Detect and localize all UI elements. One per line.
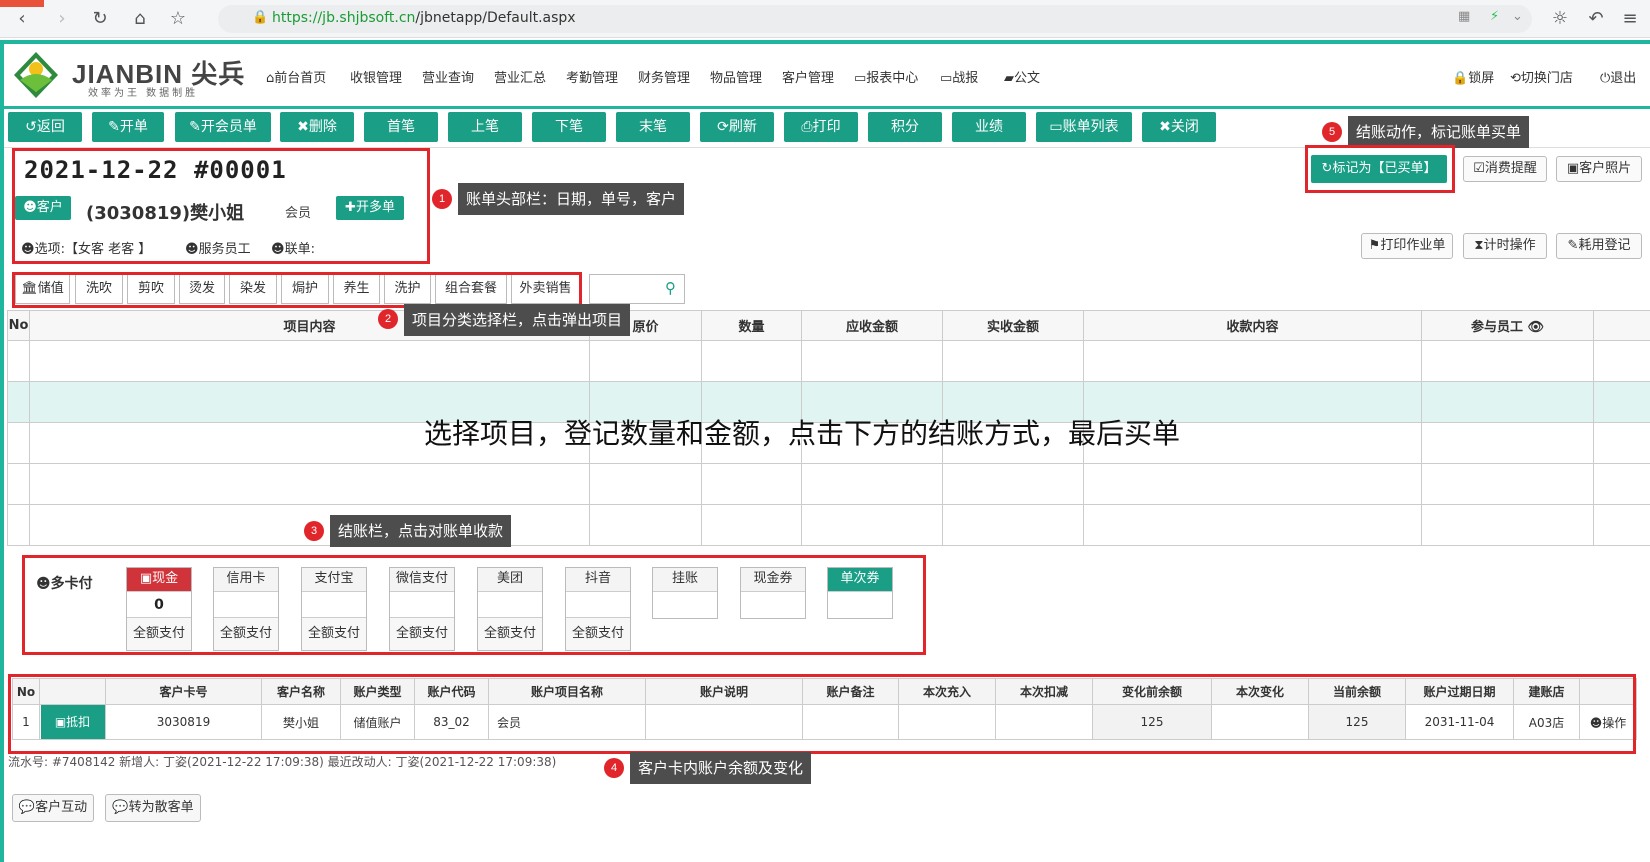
annotation-number-5: 5: [1322, 122, 1342, 142]
browser-badge: [0, 0, 44, 7]
header-divider: [4, 106, 1650, 109]
nav-documents[interactable]: ▰公文: [1004, 67, 1040, 86]
table-row[interactable]: [7, 340, 1650, 382]
eye-icon[interactable]: 👁: [1528, 320, 1545, 335]
bolt-icon[interactable]: ⚡: [1490, 9, 1499, 24]
annotation-box-2: [12, 272, 582, 308]
annotation-tip-4: 客户卡内账户余额及变化: [630, 752, 812, 784]
nav-customers[interactable]: 客户管理: [782, 67, 834, 86]
record-info: 流水号: #7408142 新增人: 丁姿(2021-12-22 17:09:3…: [8, 755, 557, 769]
points-button[interactable]: 积分: [868, 112, 942, 142]
sun-icon[interactable]: ☼: [1548, 7, 1572, 31]
annotation-box-1: [12, 148, 430, 264]
url-text: https://jb.shjbsoft.cn/jbnetapp/Default.…: [272, 10, 576, 26]
customer-interaction-button[interactable]: 💬客户互动: [12, 794, 94, 822]
annotation-number-2: 2: [378, 309, 398, 329]
star-icon[interactable]: ☆: [166, 7, 190, 31]
open-member-bill-button[interactable]: ✎开会员单: [175, 112, 271, 142]
chevron-down-icon[interactable]: ⌄: [1512, 9, 1523, 24]
nav-business-query[interactable]: 营业查询: [422, 67, 474, 86]
logout-link[interactable]: ⏻退出: [1600, 67, 1636, 86]
instruction-overlay: 选择项目，登记数量和金额，点击下方的结账方式，最后买单: [424, 417, 1181, 450]
items-header-row: No 项目内容 原价 数量 应收金额 实收金额 收款内容 参与员工 👁: [7, 310, 1650, 341]
last-record-button[interactable]: 末笔: [616, 112, 690, 142]
browser-toolbar: ‹ › ↻ ⌂ ☆ 🔒 https://jb.shjbsoft.cn/jbnet…: [0, 0, 1650, 38]
consume-remind-button[interactable]: ☑消费提醒: [1463, 156, 1547, 182]
search-icon[interactable]: ⚲: [665, 279, 676, 297]
convert-walkin-button[interactable]: 💬转为散客单: [105, 794, 201, 822]
nav-business-summary[interactable]: 营业汇总: [494, 67, 546, 86]
grid-icon[interactable]: ▦: [1458, 9, 1470, 24]
customer-photo-button[interactable]: ▣客户照片: [1556, 156, 1642, 182]
col-received: 实收金额: [942, 310, 1084, 341]
nav-reports[interactable]: ▭报表中心: [854, 67, 918, 86]
nav-finance[interactable]: 财务管理: [638, 67, 690, 86]
switch-store-link[interactable]: ⟲切换门店: [1510, 67, 1573, 86]
performance-button[interactable]: 业绩: [952, 112, 1026, 142]
table-row[interactable]: [7, 504, 1650, 546]
annotation-box-3: [22, 555, 926, 655]
bill-list-button[interactable]: ▭账单列表: [1036, 112, 1132, 142]
annotation-tip-5: 结账动作，标记账单买单: [1348, 116, 1530, 148]
col-no: No: [7, 310, 30, 341]
forward-icon[interactable]: ›: [50, 7, 74, 31]
delete-button[interactable]: ✖删除: [280, 112, 354, 142]
next-record-button[interactable]: 下笔: [532, 112, 606, 142]
annotation-number-1: 1: [432, 189, 452, 209]
col-qty: 数量: [701, 310, 802, 341]
nav-cashier[interactable]: 收银管理: [350, 67, 402, 86]
search-input[interactable]: ⚲: [589, 274, 685, 304]
lock-screen-link[interactable]: 🔒锁屏: [1452, 67, 1494, 86]
col-receivable: 应收金额: [801, 310, 943, 341]
logo-icon: [14, 52, 58, 98]
table-row[interactable]: [7, 463, 1650, 505]
brand-slogan: 效率为王 数据制胜: [88, 88, 199, 99]
annotation-box-4: [8, 674, 1636, 754]
nav-attendance[interactable]: 考勤管理: [566, 67, 618, 86]
col-extra: [1593, 310, 1650, 341]
menu-icon[interactable]: ≡: [1618, 7, 1642, 31]
print-button[interactable]: ⎙打印: [784, 112, 858, 142]
close-button[interactable]: ✖关闭: [1142, 112, 1216, 142]
back-button[interactable]: ↺返回: [8, 112, 82, 142]
back-icon[interactable]: ‹: [10, 7, 34, 31]
reload-icon[interactable]: ↻: [88, 7, 112, 31]
col-staff[interactable]: 参与员工 👁: [1421, 310, 1594, 341]
annotation-number-3: 3: [304, 521, 324, 541]
home-icon[interactable]: ⌂: [128, 7, 152, 31]
nav-home[interactable]: ⌂前台首页: [266, 67, 326, 86]
usage-register-button[interactable]: ✎耗用登记: [1556, 233, 1642, 259]
nav-battle-report[interactable]: ▭战报: [940, 67, 978, 86]
open-bill-button[interactable]: ✎开单: [92, 112, 164, 142]
annotation-tip-2: 项目分类选择栏，点击弹出项目: [404, 304, 631, 336]
refresh-button[interactable]: ⟳刷新: [700, 112, 774, 142]
print-work-order-button[interactable]: ⚑打印作业单: [1361, 233, 1453, 259]
col-payment-content: 收款内容: [1083, 310, 1422, 341]
annotation-number-4: 4: [604, 758, 624, 778]
annotation-tip-1: 账单头部栏：日期，单号，客户: [458, 183, 685, 215]
timer-button[interactable]: ⧗计时操作: [1463, 233, 1547, 259]
nav-goods[interactable]: 物品管理: [710, 67, 762, 86]
annotation-box-5: [1305, 145, 1455, 193]
address-bar[interactable]: 🔒 https://jb.shjbsoft.cn/jbnetapp/Defaul…: [218, 5, 1532, 33]
lock-icon: 🔒: [252, 10, 269, 25]
prev-record-button[interactable]: 上笔: [448, 112, 522, 142]
annotation-tip-3: 结账栏，点击对账单收款: [330, 515, 512, 547]
undo-icon[interactable]: ↶: [1584, 7, 1608, 31]
first-record-button[interactable]: 首笔: [364, 112, 438, 142]
